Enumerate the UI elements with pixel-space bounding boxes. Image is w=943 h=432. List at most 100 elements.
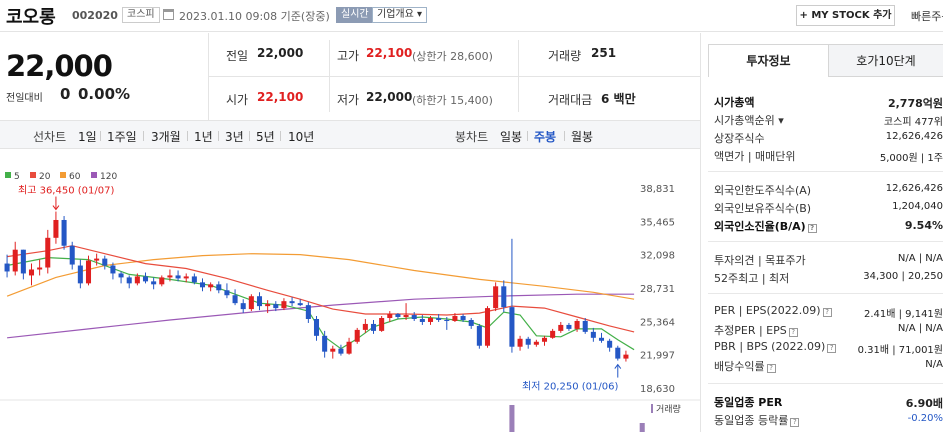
candle-body	[509, 307, 515, 347]
candle-body	[37, 267, 43, 270]
candle-body	[118, 273, 124, 278]
candle-body	[305, 305, 311, 319]
separator	[218, 131, 219, 141]
help-icon[interactable]: ?	[790, 418, 800, 427]
candle-body	[566, 324, 572, 329]
info-row-label: PER | EPS(2022.09)?	[714, 304, 832, 317]
period-3y[interactable]: 3년	[225, 128, 244, 145]
prev-close-value: 22,000	[257, 46, 304, 60]
candle-body	[436, 318, 442, 320]
candle	[362, 318, 368, 333]
info-row-value: 12,626,426	[885, 131, 943, 142]
info-row: 동일업종 등락률? -0.20%	[714, 411, 943, 429]
candle-body	[403, 315, 409, 318]
candle-body	[45, 237, 51, 268]
candle-body	[550, 330, 556, 338]
info-row: PBR | BPS (2022.09)? 0.31배 | 71,001원	[714, 339, 943, 357]
add-my-stock-button[interactable]: + MY STOCK 추가	[796, 5, 895, 26]
company-overview-dropdown[interactable]: 기업개요 ▾	[372, 7, 427, 23]
info-row-value: 5,000원 | 1주	[879, 153, 943, 164]
legend-ma60: 60	[60, 172, 80, 182]
min-price-annotation: 최저 20,250 (01/06)	[522, 381, 618, 393]
candle-body	[85, 260, 92, 284]
info-row-label: 액면가 | 매매단위	[714, 150, 796, 163]
candle	[379, 316, 385, 332]
info-row-label: PBR | BPS (2022.09)?	[714, 340, 837, 353]
info-row-label: 배당수익률?	[714, 358, 776, 374]
candle-body	[533, 341, 539, 345]
candle-weekly[interactable]: 주봉	[534, 128, 556, 145]
candle-body	[12, 249, 18, 272]
candle-body	[142, 276, 149, 282]
candle-body	[94, 258, 100, 261]
separator	[564, 131, 565, 141]
period-1y[interactable]: 1년	[194, 128, 213, 145]
upper-limit: (상한가 28,600)	[412, 50, 493, 63]
y-tick-label: 18,630	[640, 384, 675, 395]
candle	[159, 275, 165, 287]
info-row-label: 외국인소진율(B/A)?	[714, 218, 817, 234]
info-row: 시가총액순위 ▾ 코스피 477위	[714, 111, 943, 129]
line-chart-label: 선차트	[33, 130, 67, 144]
candle-body	[574, 320, 580, 329]
period-5y[interactable]: 5년	[256, 128, 275, 145]
divider	[708, 293, 943, 294]
high-value: 22,100	[366, 46, 413, 60]
timestamp: 2023.01.10 09:08 기준(장중)	[179, 10, 330, 23]
info-row: 시가총액 2,778억원	[714, 93, 943, 111]
candle-body	[224, 290, 230, 296]
candle	[338, 344, 344, 356]
moving-average-ma20	[7, 245, 635, 333]
candle-body	[248, 296, 254, 310]
quick-order-link[interactable]: 빠른주문	[911, 8, 943, 24]
change-value: 0	[60, 85, 71, 103]
candle	[550, 328, 556, 339]
candle-daily[interactable]: 일봉	[500, 128, 522, 145]
info-row-value: 12,626,426	[885, 183, 943, 194]
moving-average-ma60	[6, 253, 635, 300]
candle-body	[590, 331, 596, 338]
stock-name: 코오롱	[6, 7, 56, 28]
candle	[387, 311, 393, 322]
y-tick-label: 21,997	[640, 351, 675, 362]
investment-info-panel: 투자정보 호가10단계 시가총액 2,778억원 시가총액순위 ▾ 코스피 477위 상…	[708, 44, 943, 432]
candle-body	[69, 245, 75, 265]
info-row-label: 외국인한도주식수(A)	[714, 184, 812, 197]
help-icon[interactable]: ?	[827, 344, 837, 353]
period-1w[interactable]: 1주일	[107, 128, 137, 145]
realtime-badge[interactable]: 실시간	[336, 7, 374, 23]
divider	[708, 171, 943, 172]
help-icon[interactable]: ?	[822, 308, 832, 317]
candle	[118, 271, 124, 284]
candle	[289, 297, 295, 307]
period-1d[interactable]: 1일	[78, 128, 97, 145]
tab-investment-info[interactable]: 투자정보	[708, 44, 829, 77]
help-icon[interactable]: ?	[788, 328, 798, 337]
candle-body	[362, 323, 368, 330]
candle	[199, 278, 206, 292]
candle	[77, 259, 83, 289]
info-row-label: 외국인보유주식수(B)	[714, 202, 812, 215]
candle-body	[313, 318, 320, 336]
open-label: 시가	[226, 93, 249, 107]
separator	[143, 131, 144, 141]
candle-monthly[interactable]: 월봉	[571, 128, 593, 145]
period-10y[interactable]: 10년	[288, 128, 314, 145]
candle-body	[615, 347, 621, 359]
y-tick-label: 32,098	[640, 251, 675, 262]
help-icon[interactable]: ?	[766, 364, 776, 373]
stock-page: 코오롱 002020 코스피 2023.01.10 09:08 기준(장중) 실…	[0, 0, 943, 432]
help-icon[interactable]: ?	[807, 224, 817, 233]
tab-order-book[interactable]: 호가10단계	[829, 44, 943, 77]
legend-ma120: 120	[91, 172, 117, 182]
period-3m[interactable]: 3개월	[151, 128, 181, 145]
candle-body	[61, 219, 67, 246]
candle-body	[346, 341, 352, 354]
candlestick-chart[interactable]: 38,831 35,465 32,098 28,731 25,364 21,997 18,6…	[0, 150, 700, 432]
candle	[53, 211, 59, 244]
trade-amount-label: 거래대금	[548, 93, 593, 107]
candle-body	[427, 318, 434, 322]
info-row-value: 0.31배 | 71,001원	[857, 345, 943, 356]
candle	[354, 327, 360, 344]
lower-limit: (하한가 15,400)	[412, 94, 493, 107]
